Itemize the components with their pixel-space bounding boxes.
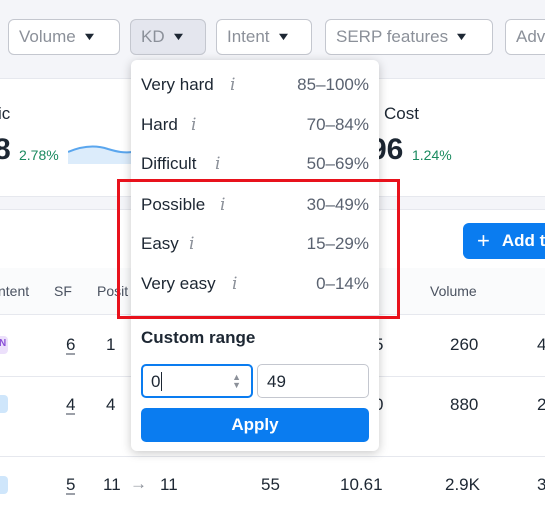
cost-change: 1.24% xyxy=(412,147,452,163)
plus-icon: + xyxy=(477,228,490,253)
from-value: 0 xyxy=(151,372,161,391)
intent-badge xyxy=(0,395,8,413)
traffic-value: 8 xyxy=(0,133,11,166)
intent-badge xyxy=(0,476,8,494)
position: 1 xyxy=(106,335,116,354)
row-divider xyxy=(0,456,545,457)
kd-option-very-hard[interactable]: Very hard i 85–100% xyxy=(131,67,379,107)
custom-range-from-input[interactable]: 0 ▲ ▼ xyxy=(141,364,253,398)
kd-option-range: 85–100% xyxy=(297,75,369,94)
kd-option-range: 50–69% xyxy=(306,154,369,173)
kd: 55 xyxy=(261,475,280,494)
header-intent[interactable]: ntent xyxy=(0,283,29,299)
cost-label: Cost xyxy=(384,104,419,123)
advanced-filter[interactable]: Adv xyxy=(505,19,545,55)
header-volume[interactable]: Volume xyxy=(430,283,477,299)
kd-option-range: 70–84% xyxy=(306,115,369,134)
sf-count[interactable]: 6 xyxy=(66,335,75,355)
apply-button-label: Apply xyxy=(231,415,279,434)
trailing-value: 4 xyxy=(537,335,545,354)
custom-range-title: Custom range xyxy=(141,328,256,347)
header-sf[interactable]: SF xyxy=(54,283,72,299)
info-icon[interactable]: i xyxy=(191,115,196,135)
intent-badge: N xyxy=(0,336,8,354)
position-arrow-icon: → xyxy=(130,474,147,493)
volume: 260 xyxy=(450,335,479,354)
kd-filter-label: KD xyxy=(141,27,165,46)
add-button-label: Add t xyxy=(501,231,545,250)
kd-filter[interactable]: KD ▼ xyxy=(130,19,206,55)
traffic-change: 2.78% xyxy=(19,147,59,163)
chevron-down-icon: ▼ xyxy=(275,31,291,43)
kd-option-hard[interactable]: Hard i 70–84% xyxy=(131,107,379,147)
chevron-down-icon: ▼ xyxy=(170,31,186,43)
volume: 880 xyxy=(450,395,479,414)
chevron-down-icon: ▼ xyxy=(81,31,97,43)
position: 11 xyxy=(103,475,121,494)
add-button[interactable]: + Add t xyxy=(463,223,545,259)
sf-count[interactable]: 5 xyxy=(66,475,75,495)
position: 4 xyxy=(106,395,116,414)
intent-filter-label: Intent xyxy=(227,27,270,46)
traffic-label: ic xyxy=(0,104,11,123)
volume-filter-label: Volume xyxy=(19,27,76,46)
kd-option-label: Hard xyxy=(141,115,178,134)
volume-filter[interactable]: Volume ▼ xyxy=(8,19,120,55)
trailing-value: 2 xyxy=(537,395,545,414)
intent-badge-label: N xyxy=(0,338,7,349)
chevron-down-icon: ▼ xyxy=(453,31,470,43)
intent-filter[interactable]: Intent ▼ xyxy=(216,19,312,55)
kd-option-label: Difficult xyxy=(141,154,197,173)
info-icon[interactable]: i xyxy=(215,154,220,174)
custom-range-to-input[interactable]: 49 xyxy=(257,364,369,398)
apply-button[interactable]: Apply xyxy=(141,408,369,442)
to-value: 49 xyxy=(267,372,286,391)
serp-features-filter-label: SERP features xyxy=(336,27,449,46)
volume: 2.9K xyxy=(445,475,480,494)
cpc: 10.61 xyxy=(340,475,383,494)
position-new: 11 xyxy=(160,475,178,494)
trailing-value: 3 xyxy=(537,475,545,494)
stepper-icon[interactable]: ▲ ▼ xyxy=(232,373,241,390)
advanced-filter-label: Adv xyxy=(516,27,545,46)
serp-features-filter[interactable]: SERP features ▼ xyxy=(325,19,493,55)
text-cursor xyxy=(161,372,163,391)
traffic-sparkline xyxy=(68,145,132,164)
highlight-box xyxy=(117,179,400,319)
sf-count[interactable]: 4 xyxy=(66,395,75,415)
kd-option-label: Very hard xyxy=(141,75,214,94)
info-icon[interactable]: i xyxy=(230,75,235,95)
